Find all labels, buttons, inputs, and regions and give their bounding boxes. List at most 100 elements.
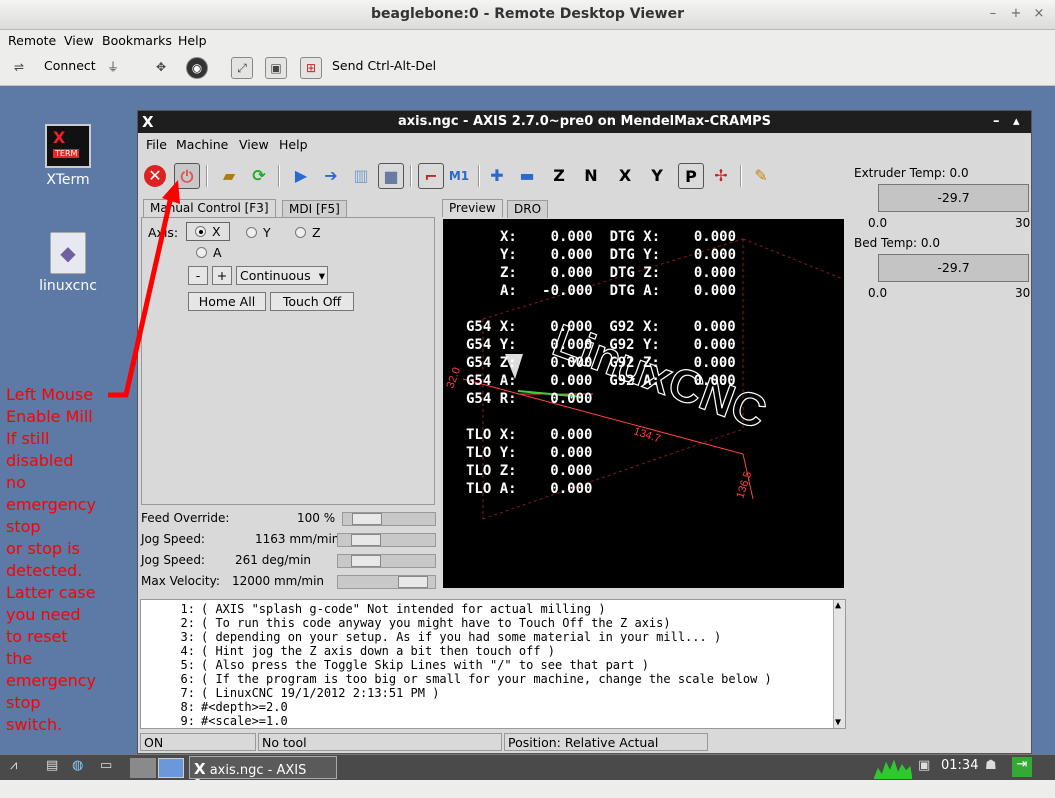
gcode-line[interactable]: 7: ( LinuxCNC 19/1/2012 2:13:51 PM ) [145,686,440,700]
menu-file[interactable]: File [146,137,167,152]
view-y-icon[interactable]: Y [644,163,670,189]
gcode-listing[interactable]: 1: ( AXIS "splash g-code" Not intended fo… [140,599,846,729]
clock[interactable]: 01:34 [941,758,978,778]
jog-minus-button[interactable]: - [188,266,208,285]
jog-speed-label: Jog Speed: [141,532,205,546]
menu-help[interactable]: Help [178,33,207,48]
zoom-out-icon[interactable]: ▬ [514,163,540,189]
lock-icon[interactable]: ▣ [265,57,287,79]
dro-line: G54 X: 0.000 G92 X: 0.000 [466,319,736,335]
workspace-1[interactable] [130,758,156,778]
menu-view[interactable]: View [64,33,94,48]
annotation-line: emergency [6,495,96,514]
dro-line: G54 Z: 0.000 G92 Z: 0.000 [466,355,736,371]
scrollbar[interactable]: ▲ ▼ [833,600,845,728]
zoom-in-icon[interactable]: ✚ [484,163,510,189]
maximize-icon[interactable]: ▴ [1013,114,1020,129]
gcode-line[interactable]: 3: ( depending on your setup. As if you h… [145,630,722,644]
network-icon[interactable]: ▣ [918,758,930,778]
view-z-icon[interactable]: Z [546,163,572,189]
feed-override-label: Feed Override: [141,511,230,525]
gcode-line[interactable]: 1: ( AXIS "splash g-code" Not intended fo… [145,602,606,616]
radio-axis-z[interactable]: Z [295,225,321,240]
preview-dimension: 136.5 [734,470,754,500]
minimize-icon[interactable]: – [993,114,1000,129]
gcode-line[interactable]: 8: #<depth>=2.0 [145,700,288,714]
max-velocity-slider[interactable] [337,575,436,589]
jog-speed-angular-slider[interactable] [337,554,436,568]
menu-machine[interactable]: Machine [176,137,228,152]
menu-view[interactable]: View [239,137,269,152]
pause-icon[interactable]: ▥ [348,163,374,189]
run-icon[interactable]: ▶ [288,163,314,189]
screenshot-icon[interactable]: ◉ [186,57,208,79]
line-number: 2: [180,616,195,630]
jog-increment-select[interactable]: Continuous ▾ [236,266,328,285]
maximize-icon[interactable]: + [1008,6,1024,22]
plug-icon[interactable]: ⏚ [102,57,124,79]
optional-stop-icon[interactable]: M1 [446,163,472,189]
preview-canvas[interactable]: LinuxCNC 134.7 136.5 32.0 X: 0.000 DTG X… [443,219,844,588]
radio-axis-y[interactable]: Y [246,225,271,240]
annotation-line: you need [6,605,81,624]
radio-axis-a[interactable]: A [196,245,222,260]
keyboard-icon[interactable]: ⊞ [300,57,322,79]
taskbar-axis-window[interactable]: X axis.ngc - AXIS 2.... [189,756,337,793]
bed-temp-label: Bed Temp: 0.0 [854,236,940,250]
skip-lines-icon[interactable]: ⌐ [418,163,444,189]
radio-axis-x[interactable]: X [186,222,230,241]
view-z2-icon[interactable]: N [578,163,604,189]
touch-off-button[interactable]: Touch Off [270,292,354,311]
gcode-line[interactable]: 5: ( Also press the Toggle Skip Lines wit… [145,658,649,672]
connect-button[interactable]: Connect [44,58,96,73]
jog-plus-button[interactable]: + [212,266,232,285]
tab-preview[interactable]: Preview [442,199,503,217]
preview-dimension: 32.0 [445,366,464,390]
close-icon[interactable]: × [1031,6,1047,22]
browser-icon[interactable]: ◍ [72,758,83,778]
menu-help[interactable]: Help [279,137,308,152]
line-text: ( LinuxCNC 19/1/2012 2:13:51 PM ) [201,686,440,700]
tab-dro[interactable]: DRO [507,200,549,218]
cpu-monitor-icon [874,759,912,779]
view-x-icon[interactable]: X [612,163,638,189]
scale-icon[interactable]: ⤢ [231,57,253,79]
reload-icon[interactable]: ⟳ [246,163,272,189]
tab-mdi[interactable]: MDI [F5] [282,200,347,218]
step-icon[interactable]: ➔ [318,163,344,189]
dro-line: G54 R: 0.000 [466,391,593,407]
gcode-line[interactable]: 6: ( If the program is too big or small f… [145,672,772,686]
fullscreen-icon[interactable]: ✥ [150,57,172,79]
jog-speed-slider[interactable] [337,533,436,547]
minimize-icon[interactable]: – [985,6,1001,22]
update-icon[interactable]: ☗ [985,758,997,778]
view-p-icon[interactable]: P [678,163,704,189]
feed-override-slider[interactable] [342,512,436,526]
dro-line: TLO A: 0.000 [466,481,593,497]
menu-bookmarks[interactable]: Bookmarks [102,33,172,48]
gcode-line[interactable]: 9: #<scale>=1.0 [145,714,288,728]
window-title: beaglebone:0 - Remote Desktop Viewer [370,6,684,22]
stop-icon[interactable]: ■ [378,163,404,189]
desktop-icon-linuxcnc[interactable]: ◆ linuxcnc [30,232,106,294]
dro-line: G54 A: 0.000 G92 A: 0.000 [466,373,736,389]
clear-plot-icon[interactable]: ✎ [748,163,774,189]
annotation-arrow [108,180,180,398]
gcode-line[interactable]: 4: ( Hint jog the Z axis down a bit then … [145,644,555,658]
start-menu-icon[interactable]: ⩘ [10,758,17,778]
logout-icon[interactable]: ⇥ [1012,757,1032,777]
desktop-icon-xterm[interactable]: X TERM XTerm [36,124,100,188]
disconnect-icon[interactable]: ⇌ [8,57,30,79]
rotate-view-icon[interactable]: ✢ [708,163,734,189]
home-all-button[interactable]: Home All [188,292,266,311]
annotation-line: to reset [6,627,68,646]
send-ctrl-alt-del-button[interactable]: Send Ctrl-Alt-Del [332,58,436,73]
gcode-line[interactable]: 2: ( To run this code anyway you might ha… [145,616,671,630]
dro-line: Y: 0.000 DTG Y: 0.000 [500,247,737,263]
workspace-2[interactable] [158,758,184,778]
line-number: 4: [180,644,195,658]
open-file-icon[interactable]: ▰ [216,163,242,189]
show-desktop-icon[interactable]: ▭ [100,758,112,778]
menu-remote[interactable]: Remote [8,33,56,48]
file-manager-icon[interactable]: ▤ [46,758,58,778]
